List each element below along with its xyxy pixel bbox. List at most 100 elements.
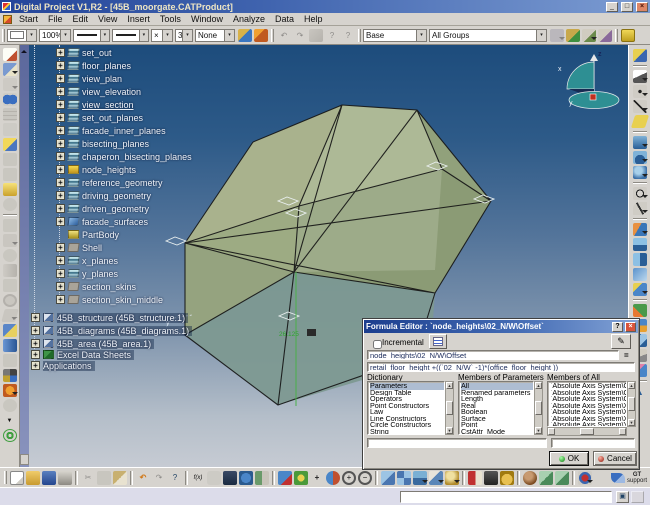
spline-icon[interactable]	[633, 202, 647, 215]
scroll-thumb[interactable]	[580, 428, 594, 435]
expand-icon[interactable]: +	[31, 313, 40, 322]
compass-target-icon[interactable]	[3, 429, 17, 442]
open-group-icon[interactable]	[566, 29, 580, 42]
save-icon[interactable]	[42, 471, 56, 485]
new-document-icon[interactable]	[10, 471, 24, 485]
list-item[interactable]: String	[370, 429, 444, 436]
left-panel-strip[interactable]	[20, 45, 29, 467]
ok-button[interactable]: OK	[549, 451, 589, 466]
comment-icon[interactable]	[207, 471, 221, 485]
dictionary-scrollbar[interactable]: ▲ ▼	[445, 381, 454, 435]
tree-item-view-plan[interactable]: +view_plan	[56, 73, 122, 84]
preview-tool-icon[interactable]	[3, 123, 17, 136]
scroll-up-icon[interactable]: ▲	[535, 382, 542, 389]
tree-item-floor-planes[interactable]: + floor_planes	[56, 60, 131, 71]
expand-icon[interactable]: +	[56, 61, 65, 70]
tree-item-45b-area[interactable]: +45B_area (45B_area.1)	[31, 338, 154, 349]
tree-item-driving-geometry[interactable]: +driving_geometry	[56, 190, 151, 201]
tree-item-section-skins[interactable]: +section_skins	[56, 281, 136, 292]
members-all-scrollbar[interactable]: ▲ ▼	[627, 381, 636, 427]
list-item[interactable]: CstAttr_Mode	[461, 429, 533, 436]
tree-item-reference-geometry[interactable]: + reference_geometry	[56, 177, 163, 188]
tree-item-applications[interactable]: +Applications	[31, 360, 95, 371]
expand-icon[interactable]: +	[56, 139, 65, 148]
zoom-out-icon[interactable]: −	[358, 471, 372, 485]
expand-icon[interactable]: +	[56, 152, 65, 161]
group-tool-icon[interactable]	[550, 29, 564, 42]
expand-icon[interactable]: +	[56, 256, 65, 265]
chevron-down-icon[interactable]: ▾	[416, 30, 426, 41]
scroll-thumb[interactable]	[535, 401, 542, 415]
axis-tool-icon[interactable]	[3, 168, 17, 181]
tree-item-label[interactable]: reference_geometry	[82, 178, 163, 188]
expand-icon[interactable]: +	[31, 326, 40, 335]
scroll-up-icon[interactable]: ▲	[628, 382, 635, 389]
chevron-down-icon[interactable]: ▾	[139, 30, 148, 41]
tree-item-x-planes[interactable]: +x_planes	[56, 255, 118, 266]
target-parameter-field[interactable]: node_heights\02_N/W\Offset	[367, 350, 619, 360]
expand-icon[interactable]: +	[56, 191, 65, 200]
erase-button[interactable]: ✎	[611, 334, 631, 349]
redo-icon[interactable]: ↷	[152, 471, 166, 485]
toolbar-handle[interactable]	[358, 29, 361, 42]
tree-item-chaperon-bisecting-planes[interactable]: + chaperon_bisecting_planes	[56, 151, 192, 162]
expand-icon[interactable]: +	[56, 113, 65, 122]
power-input[interactable]	[400, 491, 612, 503]
table-tool-icon[interactable]	[3, 108, 17, 121]
tree-item-label[interactable]: floor_planes	[82, 61, 131, 71]
sketch-pad-icon[interactable]	[3, 48, 17, 61]
iso-cube-a-icon[interactable]	[539, 471, 553, 485]
expand-icon[interactable]: +	[56, 178, 65, 187]
search-context-icon[interactable]: ?	[341, 29, 355, 42]
circle-icon[interactable]	[633, 187, 647, 200]
open-folder-icon[interactable]	[26, 471, 40, 485]
normal-view-icon[interactable]	[381, 471, 395, 485]
tree-item-label[interactable]: facade_inner_planes	[82, 126, 166, 136]
gear-orange-icon[interactable]	[3, 384, 17, 397]
select-arrow-icon[interactable]	[633, 70, 647, 83]
wedge-tool-icon[interactable]	[3, 324, 17, 337]
menu-tools[interactable]: Tools	[155, 13, 186, 26]
cylinder-tool-icon[interactable]	[3, 264, 17, 277]
measure-item-icon[interactable]	[484, 471, 498, 485]
redo-icon[interactable]: ↷	[293, 29, 307, 42]
toolbar-handle[interactable]	[2, 29, 5, 42]
view-compass[interactable]: z x y	[558, 51, 619, 109]
expression-field[interactable]: retail_floor_height +((`02_N/W` -1)*(off…	[367, 362, 635, 372]
expand-icon[interactable]: +	[56, 165, 65, 174]
fit-all-icon[interactable]	[294, 471, 308, 485]
menu-view[interactable]: View	[93, 13, 122, 26]
tree-item-label[interactable]: facade_surfaces	[82, 217, 148, 227]
tree-item-facade-inner-planes[interactable]: +facade_inner_planes	[56, 125, 166, 136]
tree-item-45b-structure[interactable]: +45B_structure (45B_structure.1)	[31, 312, 188, 323]
torus-tool-icon[interactable]	[3, 294, 17, 307]
zoom-in-icon[interactable]: +	[342, 471, 356, 485]
menu-window[interactable]: Window	[186, 13, 228, 26]
rotate-icon[interactable]	[326, 471, 340, 485]
whats-this-icon[interactable]: ?	[168, 471, 182, 485]
sound-tool-icon[interactable]	[3, 219, 17, 232]
tree-item-view-section[interactable]: +view_section	[56, 99, 134, 110]
chevron-down-icon[interactable]: ▾	[162, 30, 172, 41]
undo-icon[interactable]: ↶	[277, 29, 291, 42]
groups-select[interactable]: All Groups ▾	[429, 29, 547, 42]
power-input-history-button[interactable]	[631, 491, 644, 503]
gt-support-badge[interactable]: GT support	[611, 472, 647, 484]
tree-item-partbody[interactable]: PartBody	[56, 229, 119, 240]
layer-select[interactable]: None ▾	[195, 29, 235, 42]
tree-item-facade-surfaces[interactable]: +facade_surfaces	[56, 216, 148, 227]
prism-tool-icon[interactable]	[3, 153, 17, 166]
product-box-icon[interactable]	[621, 29, 635, 42]
expand-icon[interactable]: +	[56, 87, 65, 96]
multi-view-icon[interactable]	[397, 471, 411, 485]
thickness-stepper[interactable]: 3 ▾	[175, 29, 193, 42]
utility-tool-icon[interactable]	[3, 234, 17, 247]
pipette-icon[interactable]	[254, 29, 268, 42]
tree-item-section-skin-middle[interactable]: +section_skin_middle	[56, 294, 163, 305]
strip-arrow-icon[interactable]	[21, 47, 27, 53]
menu-help[interactable]: Help	[299, 13, 328, 26]
expand-icon[interactable]: +	[56, 282, 65, 291]
offset-surface-icon[interactable]	[633, 283, 647, 296]
link-icon[interactable]	[255, 471, 269, 485]
tree-item-label[interactable]: chaperon_bisecting_planes	[82, 152, 192, 162]
